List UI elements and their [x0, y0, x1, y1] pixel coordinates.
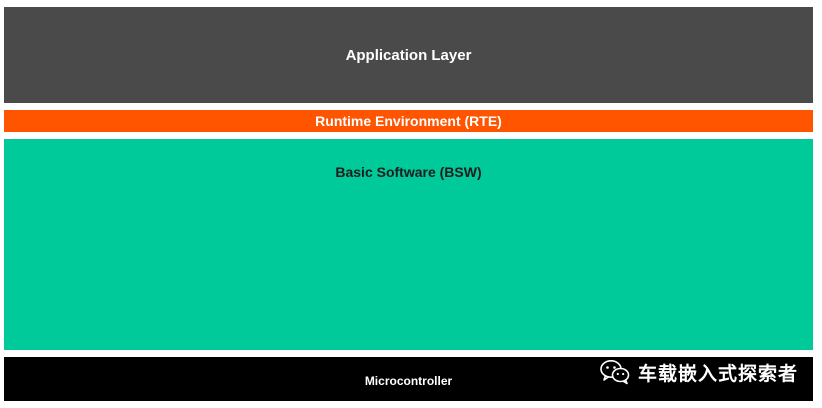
- autosar-layer-diagram: Application Layer Runtime Environment (R…: [0, 0, 822, 408]
- application-layer-block: Application Layer: [4, 7, 813, 103]
- rte-layer-label: Runtime Environment (RTE): [315, 113, 502, 129]
- rte-layer-block: Runtime Environment (RTE): [4, 110, 813, 132]
- microcontroller-layer-label: Microcontroller: [364, 374, 453, 388]
- bsw-layer-block: Basic Software (BSW): [4, 139, 813, 350]
- bsw-layer-label: Basic Software (BSW): [335, 164, 482, 180]
- watermark-text: 车载嵌入式探索者: [637, 362, 798, 385]
- wechat-icon: [600, 359, 630, 385]
- watermark: 车载嵌入式探索者: [600, 358, 798, 386]
- application-layer-label: Application Layer: [345, 46, 472, 64]
